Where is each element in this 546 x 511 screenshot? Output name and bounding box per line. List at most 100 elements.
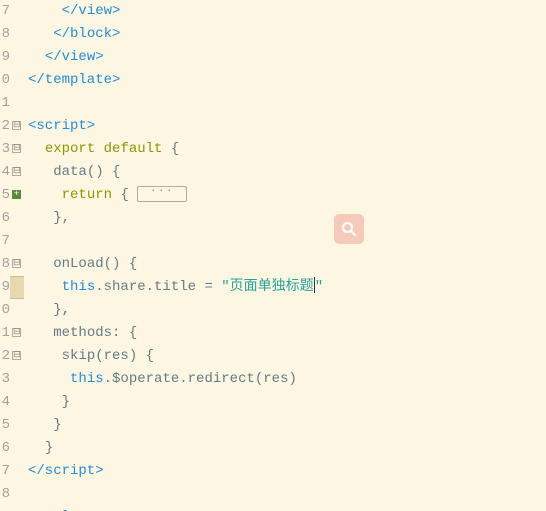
code-token: . bbox=[104, 371, 112, 387]
line-number: 6 bbox=[0, 437, 10, 460]
code-token: ( bbox=[95, 348, 103, 364]
line-number: 9 bbox=[0, 506, 10, 511]
line-number: 1 bbox=[0, 322, 10, 345]
fold-collapse-icon[interactable]: ⊟ bbox=[12, 351, 21, 360]
line-number: 3 bbox=[0, 368, 10, 391]
code-line[interactable] bbox=[28, 483, 546, 506]
line-number: 2 bbox=[0, 345, 10, 368]
code-token: default bbox=[104, 141, 163, 157]
code-line[interactable]: } bbox=[28, 391, 546, 414]
code-token: . bbox=[146, 279, 154, 295]
line-number-gutter: 7890123456789012345678901234 bbox=[0, 0, 10, 511]
code-token: res bbox=[104, 348, 129, 364]
code-token: { bbox=[112, 164, 120, 180]
code-token: ) bbox=[129, 348, 137, 364]
code-token: export bbox=[45, 141, 95, 157]
code-line[interactable]: } bbox=[28, 414, 546, 437]
code-token: </block> bbox=[53, 26, 120, 42]
line-number: 8 bbox=[0, 23, 10, 46]
code-line[interactable]: return { ··· bbox=[28, 184, 546, 207]
code-token: . bbox=[95, 279, 103, 295]
code-line[interactable]: }, bbox=[28, 299, 546, 322]
code-line[interactable] bbox=[28, 230, 546, 253]
line-number: 7 bbox=[0, 460, 10, 483]
code-token: data bbox=[53, 164, 87, 180]
code-token: } bbox=[53, 417, 61, 433]
line-number: 2 bbox=[0, 115, 10, 138]
fold-collapse-icon[interactable]: ⊟ bbox=[12, 144, 21, 153]
code-token: title bbox=[154, 279, 196, 295]
folded-region-pill[interactable]: ··· bbox=[137, 186, 187, 202]
code-line[interactable]: this.share.title = "页面单独标题" bbox=[28, 276, 546, 299]
code-token: </template> bbox=[28, 72, 120, 88]
code-token: } bbox=[62, 394, 70, 410]
code-line[interactable]: } bbox=[28, 437, 546, 460]
code-token: { bbox=[171, 141, 179, 157]
code-line[interactable]: skip(res) { bbox=[28, 345, 546, 368]
code-line[interactable]: <style> bbox=[28, 506, 546, 511]
code-line[interactable]: onLoad() { bbox=[28, 253, 546, 276]
line-number: 9 bbox=[0, 276, 10, 299]
code-line[interactable]: </view> bbox=[28, 0, 546, 23]
fold-collapse-icon[interactable]: ⊟ bbox=[12, 328, 21, 337]
line-number: 5 bbox=[0, 184, 10, 207]
code-token: () bbox=[87, 164, 104, 180]
line-number: 8 bbox=[0, 483, 10, 506]
fold-expand-icon[interactable]: + bbox=[12, 190, 21, 199]
line-number: 0 bbox=[0, 69, 10, 92]
code-editor[interactable]: 7890123456789012345678901234 ⊟⊟⊟+⊟⊟⊟⊟ </… bbox=[0, 0, 546, 511]
line-number: 4 bbox=[0, 161, 10, 184]
code-line[interactable]: methods: { bbox=[28, 322, 546, 345]
line-number: 6 bbox=[0, 207, 10, 230]
fold-collapse-icon[interactable]: ⊟ bbox=[12, 121, 21, 130]
code-line[interactable]: </script> bbox=[28, 460, 546, 483]
code-line[interactable]: this.$operate.redirect(res) bbox=[28, 368, 546, 391]
code-line[interactable]: data() { bbox=[28, 161, 546, 184]
code-token: onLoad bbox=[53, 256, 103, 272]
fold-collapse-icon[interactable]: ⊟ bbox=[12, 259, 21, 268]
code-token: <script> bbox=[28, 118, 95, 134]
code-line[interactable] bbox=[28, 92, 546, 115]
line-number: 8 bbox=[0, 253, 10, 276]
code-token: </script> bbox=[28, 463, 104, 479]
code-token: return bbox=[62, 187, 112, 203]
code-token: }, bbox=[53, 210, 70, 226]
line-number: 1 bbox=[0, 92, 10, 115]
code-token: "页面单独标题 bbox=[221, 279, 313, 295]
code-token: " bbox=[315, 279, 323, 295]
code-token: this bbox=[70, 371, 104, 387]
code-line[interactable]: </block> bbox=[28, 23, 546, 46]
code-token: </view> bbox=[45, 49, 104, 65]
code-token: res bbox=[263, 371, 288, 387]
fold-column[interactable]: ⊟⊟⊟+⊟⊟⊟⊟ bbox=[10, 0, 24, 511]
code-token: redirect bbox=[188, 371, 255, 387]
line-number: 5 bbox=[0, 414, 10, 437]
code-token: skip bbox=[62, 348, 96, 364]
code-token: . bbox=[179, 371, 187, 387]
line-number: 9 bbox=[0, 46, 10, 69]
code-line[interactable]: </template> bbox=[28, 69, 546, 92]
code-token: = bbox=[204, 279, 212, 295]
line-number: 7 bbox=[0, 230, 10, 253]
code-token: }, bbox=[53, 302, 70, 318]
code-token: { bbox=[146, 348, 154, 364]
code-token: </view> bbox=[62, 3, 121, 19]
code-token: $operate bbox=[112, 371, 179, 387]
code-token: this bbox=[62, 279, 96, 295]
code-token: methods bbox=[53, 325, 112, 341]
code-line[interactable]: export default { bbox=[28, 138, 546, 161]
code-token: { bbox=[129, 256, 137, 272]
code-line[interactable]: }, bbox=[28, 207, 546, 230]
code-token: { bbox=[120, 187, 128, 203]
code-line[interactable]: </view> bbox=[28, 46, 546, 69]
line-number: 0 bbox=[0, 299, 10, 322]
code-line[interactable]: <script> bbox=[28, 115, 546, 138]
code-area[interactable]: </view> </block> </view> </template> <scri… bbox=[24, 0, 546, 511]
line-number: 3 bbox=[0, 138, 10, 161]
code-token: { bbox=[129, 325, 137, 341]
code-token: } bbox=[45, 440, 53, 456]
fold-collapse-icon[interactable]: ⊟ bbox=[12, 167, 21, 176]
code-token: share bbox=[104, 279, 146, 295]
code-token: () bbox=[104, 256, 121, 272]
line-number: 4 bbox=[0, 391, 10, 414]
